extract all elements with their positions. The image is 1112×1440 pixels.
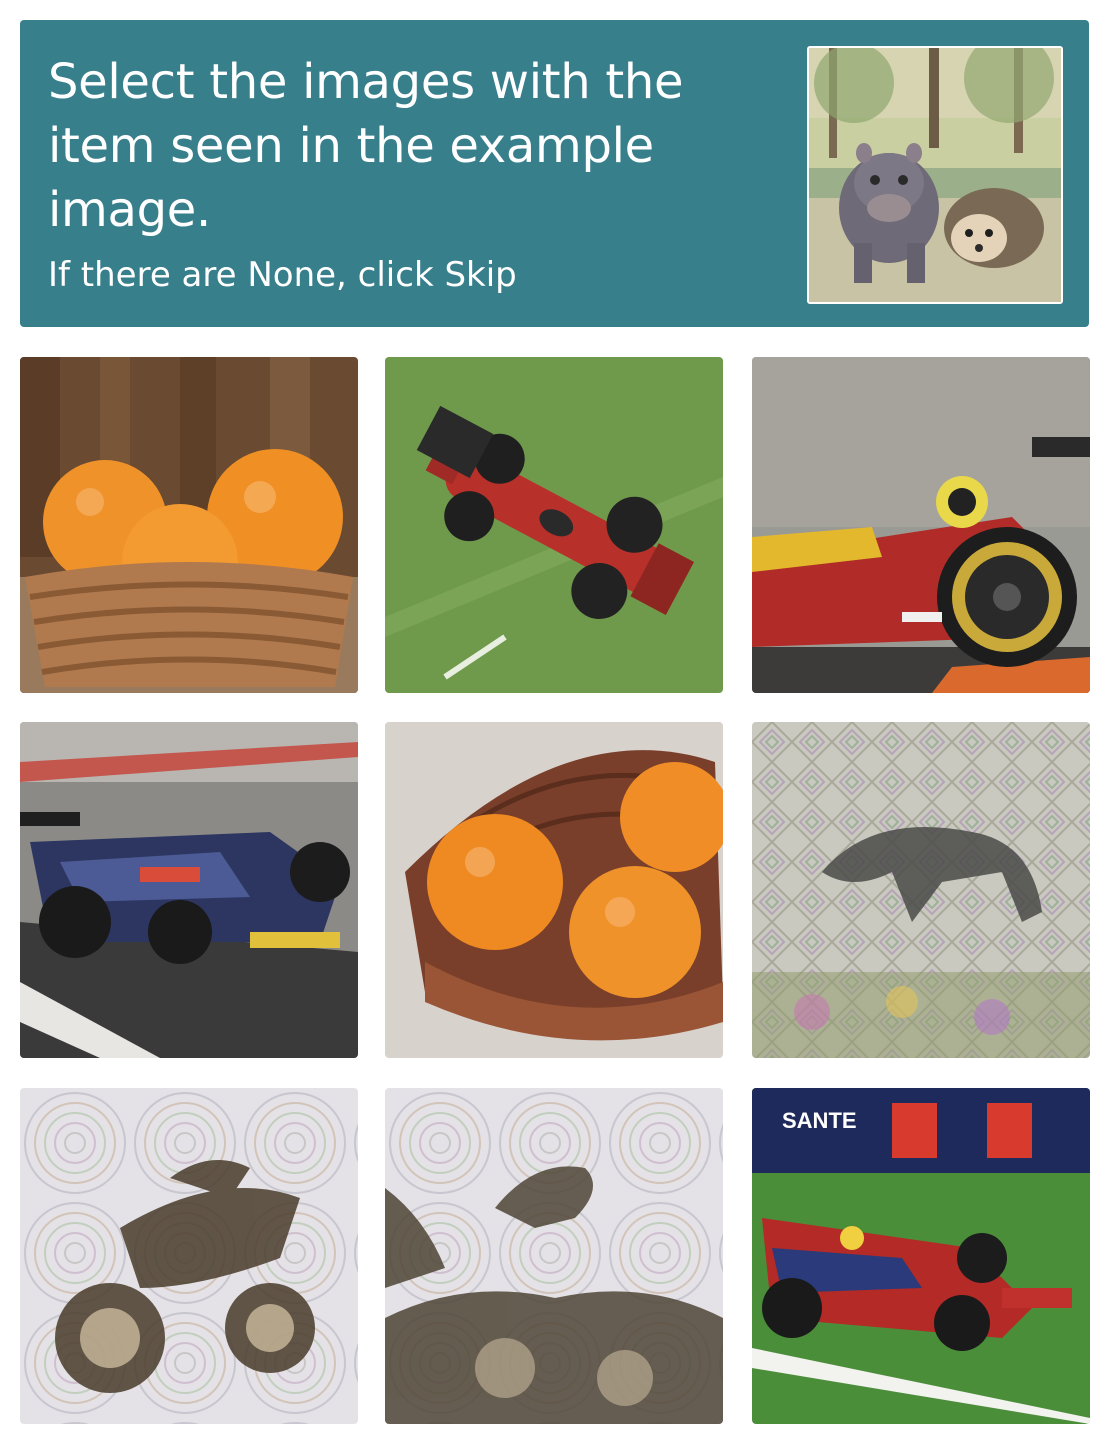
challenge-header: Select the images with the item seen in …: [20, 20, 1089, 327]
tile-5-oranges-basket-angled[interactable]: [385, 722, 723, 1058]
tile-4-blue-race-car[interactable]: [20, 722, 358, 1058]
tile-7-blurred-motorcycle[interactable]: [20, 1088, 358, 1424]
tile-8-blurred-animal-circles[interactable]: [385, 1088, 723, 1424]
challenge-subprompt: If there are None, click Skip: [48, 255, 517, 295]
example-image: [807, 46, 1063, 304]
tile-2-red-race-car[interactable]: [385, 357, 723, 693]
challenge-prompt: Select the images with the item seen in …: [48, 54, 684, 238]
tile-1-oranges-basket[interactable]: [20, 357, 358, 693]
tile-6-blurred-animal[interactable]: [752, 722, 1090, 1058]
banner-text: SANTE: [782, 1108, 857, 1133]
tile-3-red-race-car-closeup[interactable]: [752, 357, 1090, 693]
tile-9-red-race-car-banner[interactable]: SANTE: [752, 1088, 1090, 1424]
